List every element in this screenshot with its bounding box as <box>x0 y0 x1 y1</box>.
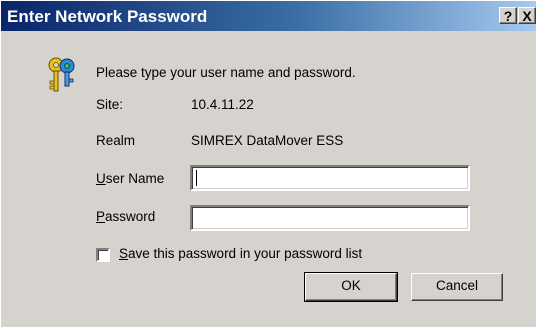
close-button[interactable]: X <box>518 7 536 24</box>
help-button[interactable]: ? <box>499 7 517 24</box>
title-bar[interactable]: Enter Network Password ? X <box>1 1 536 31</box>
password-label-rest: assword <box>105 209 156 224</box>
cancel-button[interactable]: Cancel <box>411 273 503 301</box>
text-caret <box>196 170 197 186</box>
realm-label: Realm <box>96 133 136 148</box>
username-label: User Name <box>96 171 164 186</box>
username-input[interactable] <box>190 165 470 191</box>
password-label-accelerator: P <box>96 209 106 224</box>
keys-icon <box>48 57 75 92</box>
network-password-dialog: Enter Network Password ? X Please type y… <box>0 0 536 327</box>
ok-button[interactable]: OK <box>304 272 398 302</box>
password-label: Password <box>96 209 155 224</box>
realm-value: SIMREX DataMover ESS <box>191 133 344 148</box>
save-password-label-accelerator: S <box>119 246 129 261</box>
save-password-checkbox[interactable] <box>96 248 110 262</box>
save-password-label-rest: ave this password in your password list <box>128 246 363 261</box>
window-title: Enter Network Password <box>7 7 208 26</box>
username-label-accelerator: U <box>96 171 106 186</box>
password-input[interactable] <box>190 205 470 231</box>
prompt-text: Please type your user name and password. <box>96 65 356 80</box>
site-value: 10.4.11.22 <box>191 97 254 112</box>
site-label: Site: <box>96 97 124 112</box>
username-label-rest: ser Name <box>105 171 165 186</box>
save-password-label[interactable]: Save this password in your password list <box>119 246 362 261</box>
